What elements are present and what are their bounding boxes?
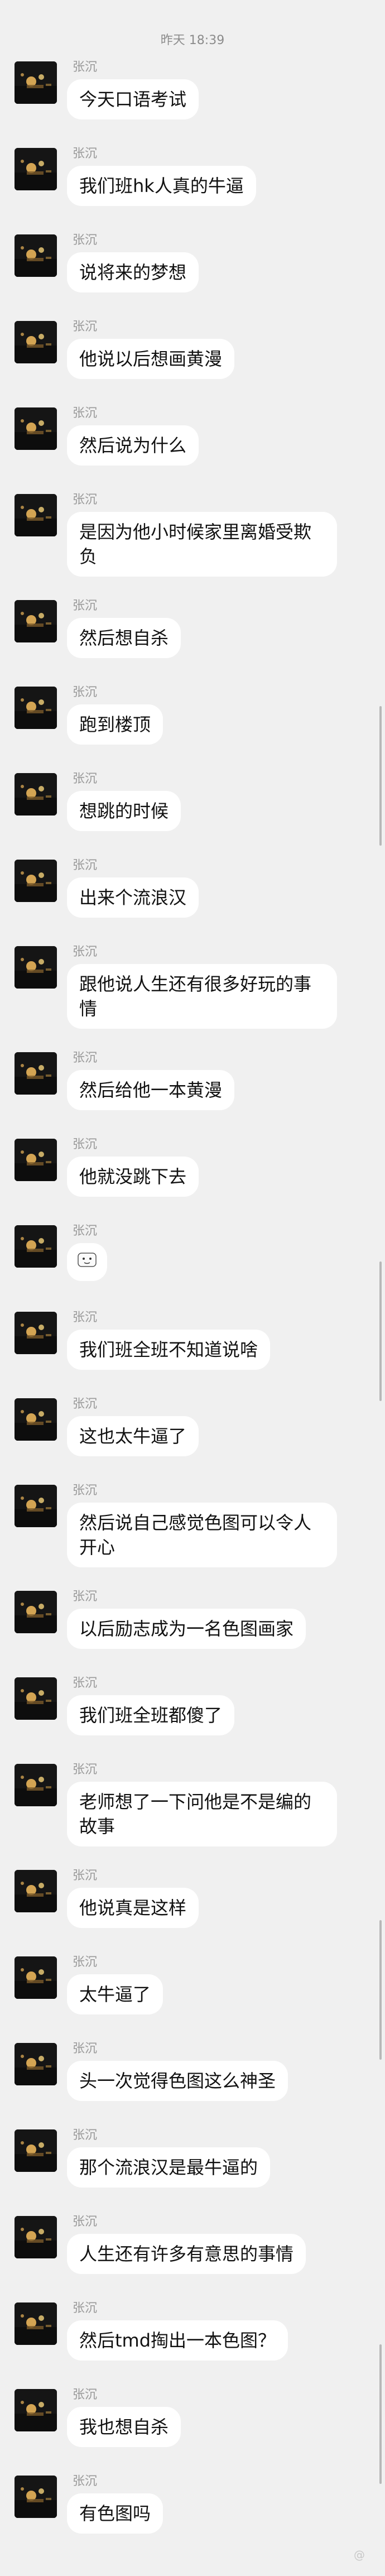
message-bubble[interactable]: 想跳的时候 (67, 791, 181, 831)
message-bubble[interactable]: 今天口语考试 (67, 79, 199, 119)
avatar[interactable] (15, 1870, 57, 1912)
avatar[interactable] (15, 2476, 57, 2518)
sender-name: 张沉 (73, 2042, 98, 2056)
sender-name: 张沉 (73, 858, 98, 872)
sender-name: 张沉 (73, 1955, 98, 1969)
sticker-icon (77, 1251, 97, 1273)
avatar[interactable] (15, 1225, 57, 1268)
message-bubble[interactable]: 我们班全班不知道说啥 (67, 1330, 271, 1370)
avatar[interactable] (15, 234, 57, 277)
message-bubble[interactable]: 说将来的梦想 (67, 252, 199, 292)
avatar[interactable] (15, 148, 57, 190)
avatar[interactable] (15, 1312, 57, 1354)
avatar[interactable] (15, 687, 57, 729)
message-bubble[interactable]: 人生还有许多有意思的事情 (67, 2234, 306, 2274)
message-bubble[interactable]: 出来个流浪汉 (67, 877, 199, 918)
avatar[interactable] (15, 773, 57, 816)
avatar[interactable] (15, 407, 57, 450)
avatar[interactable] (15, 321, 57, 363)
message-bubble[interactable]: 那个流浪汉是最牛逼的 (67, 2147, 271, 2188)
message-bubble[interactable]: 太牛逼了 (67, 1974, 163, 2014)
sender-name: 张沉 (73, 2128, 98, 2142)
avatar[interactable] (15, 2216, 57, 2258)
avatar[interactable] (15, 2389, 57, 2431)
avatar[interactable] (15, 2302, 57, 2345)
message-bubble[interactable]: 他就没跳下去 (67, 1157, 199, 1197)
sender-name: 张沉 (73, 2301, 98, 2315)
message-bubble[interactable]: 头一次觉得色图这么神圣 (67, 2061, 288, 2101)
message-bubble[interactable]: 我们班hk人真的牛逼 (67, 166, 256, 206)
avatar[interactable] (15, 1956, 57, 1999)
message-bubble[interactable]: 然后说为什么 (67, 425, 199, 466)
avatar[interactable] (15, 61, 57, 104)
sender-name: 张沉 (73, 2388, 98, 2402)
sender-name: 张沉 (73, 406, 98, 420)
sender-name: 张沉 (73, 945, 98, 959)
message-bubble[interactable]: 我也想自杀 (67, 2407, 181, 2447)
message-bubble[interactable]: 然后说自己感觉色图可以令人开心 (67, 1503, 337, 1567)
sender-name: 张沉 (73, 1763, 98, 1777)
sender-name: 张沉 (73, 320, 98, 334)
sender-name: 张沉 (73, 493, 98, 507)
avatar[interactable] (15, 1591, 57, 1633)
avatar[interactable] (15, 2129, 57, 2172)
sender-name: 张沉 (73, 772, 98, 786)
message-bubble[interactable]: 这也太牛逼了 (67, 1416, 199, 1456)
message-bubble[interactable]: 然后想自杀 (67, 618, 181, 658)
sticker-bubble[interactable] (67, 1243, 107, 1281)
avatar[interactable] (15, 1677, 57, 1720)
avatar[interactable] (15, 860, 57, 902)
sender-name: 张沉 (73, 2474, 98, 2488)
message-bubble[interactable]: 我们班全班都傻了 (67, 1695, 235, 1735)
scrollbar-thumb-3[interactable] (379, 1920, 382, 2060)
avatar[interactable] (15, 1764, 57, 1806)
sender-name: 张沉 (73, 1484, 98, 1498)
sender-name: 张沉 (73, 1138, 98, 1152)
message-bubble[interactable]: 然后给他一本黄漫 (67, 1070, 235, 1110)
sender-name: 张沉 (73, 599, 98, 613)
avatar[interactable] (15, 1398, 57, 1441)
message-bubble[interactable]: 以后励志成为一名色图画家 (67, 1609, 306, 1649)
avatar[interactable] (15, 2043, 57, 2085)
scrollbar-thumb-2[interactable] (379, 1261, 382, 1401)
message-bubble[interactable]: 有色图吗 (67, 2493, 163, 2534)
avatar[interactable] (15, 1052, 57, 1095)
avatar[interactable] (15, 946, 57, 989)
avatar[interactable] (15, 494, 57, 536)
avatar[interactable] (15, 1139, 57, 1181)
message-bubble[interactable]: 跟他说人生还有很多好玩的事情 (67, 964, 337, 1029)
chat-timestamp: 昨天 18:39 (160, 33, 225, 47)
sender-name: 张沉 (73, 685, 98, 699)
sender-name: 张沉 (73, 147, 98, 161)
scrollbar-thumb-1[interactable] (379, 706, 382, 846)
sender-name: 张沉 (73, 1051, 98, 1065)
sender-name: 张沉 (73, 1397, 98, 1411)
sender-name: 张沉 (73, 1311, 98, 1325)
avatar[interactable] (15, 1485, 57, 1527)
message-bubble[interactable]: 跑到楼顶 (67, 704, 163, 745)
message-bubble[interactable]: 然后tmd掏出一本色图？ (67, 2320, 288, 2361)
sender-name: 张沉 (73, 60, 98, 74)
sender-name: 张沉 (73, 1224, 98, 1238)
message-bubble[interactable]: 他说以后想画黄漫 (67, 339, 235, 379)
message-bubble[interactable]: 老师想了一下问他是不是编的故事 (67, 1782, 337, 1846)
sender-name: 张沉 (73, 1590, 98, 1604)
sender-name: 张沉 (73, 233, 98, 247)
sender-name: 张沉 (73, 1869, 98, 1883)
sender-name: 张沉 (73, 1676, 98, 1690)
message-bubble[interactable]: 他说真是这样 (67, 1888, 199, 1928)
scrollbar-thumb-4[interactable] (379, 2344, 382, 2484)
message-bubble[interactable]: 是因为他小时候家里离婚受欺负 (67, 512, 337, 577)
watermark: @ (354, 2548, 365, 2561)
avatar[interactable] (15, 600, 57, 642)
sender-name: 张沉 (73, 2215, 98, 2229)
